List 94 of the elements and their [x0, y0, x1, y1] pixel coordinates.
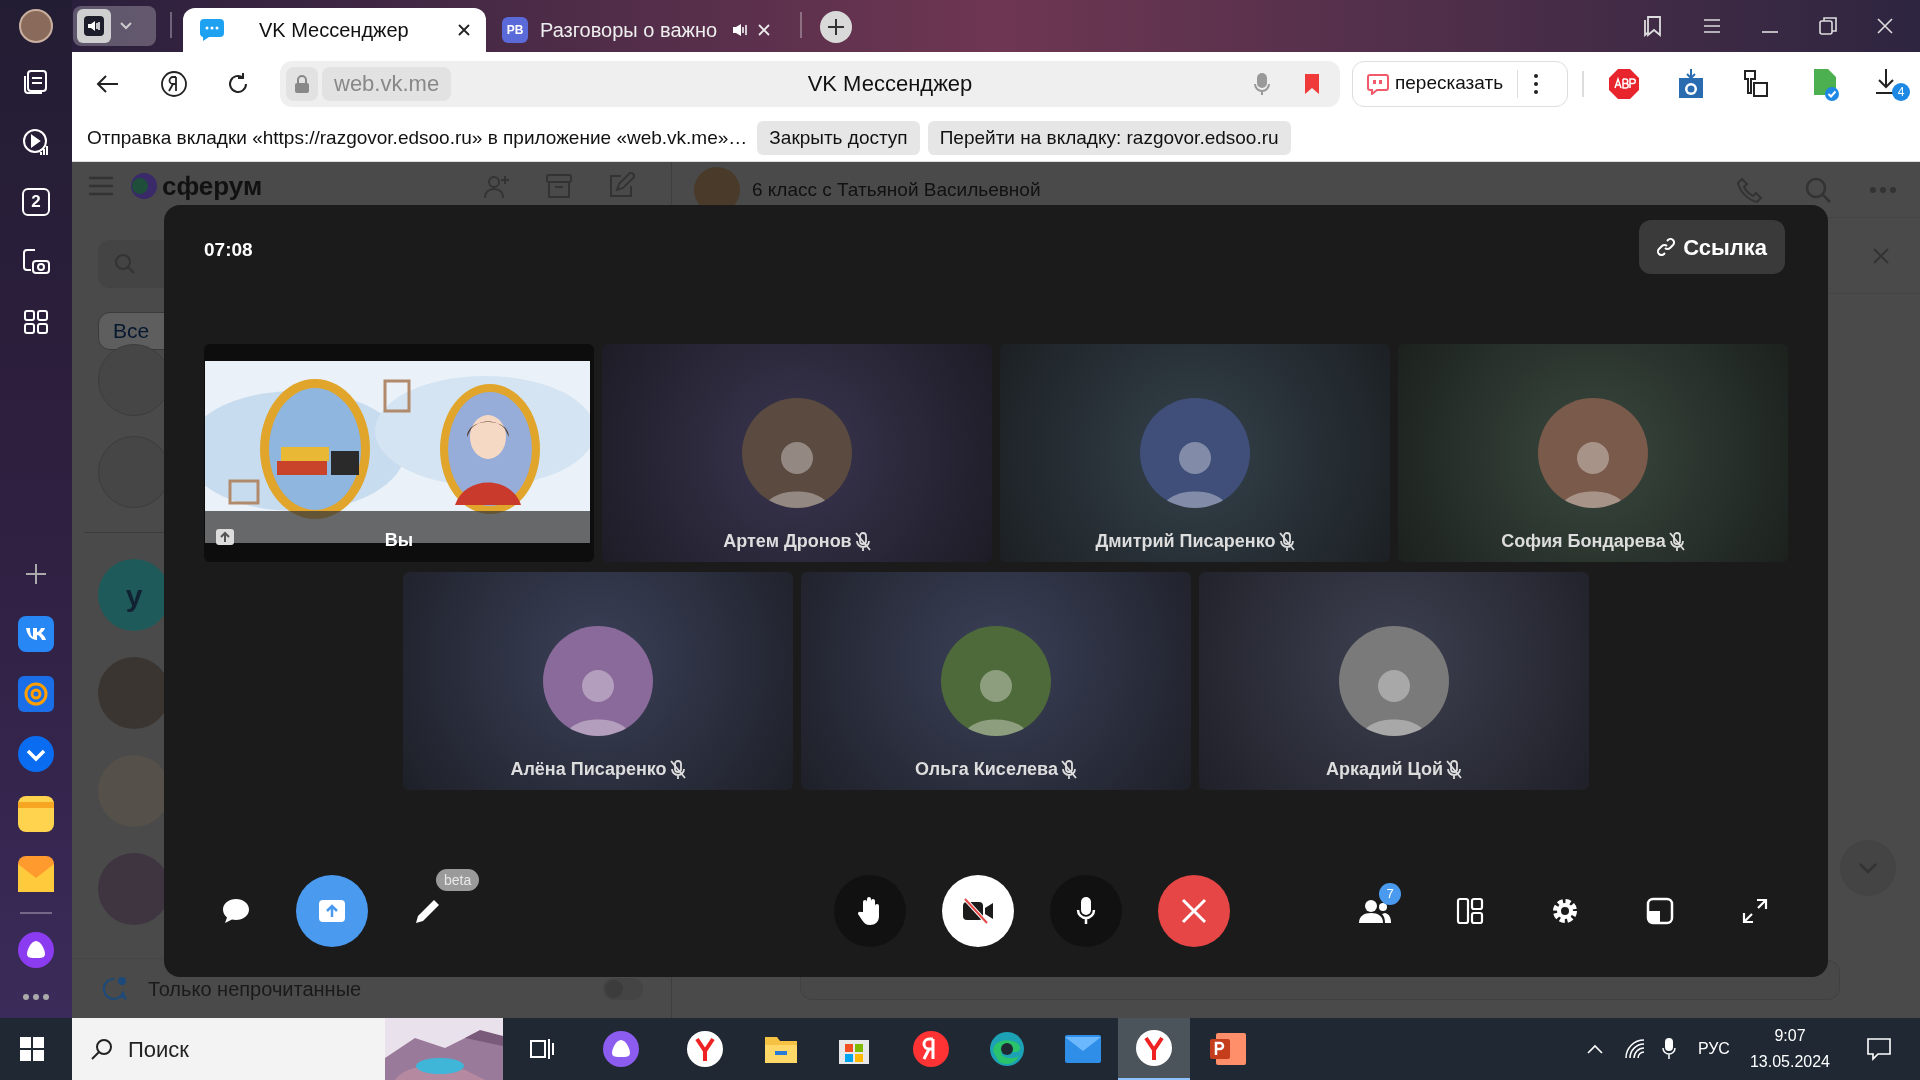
close-icon — [1181, 898, 1207, 924]
browser-tab[interactable]: РВ Разговоры о важно — [486, 8, 786, 52]
people-icon — [1358, 898, 1392, 924]
adblock-icon[interactable] — [1608, 67, 1640, 100]
play-icon[interactable] — [21, 127, 51, 157]
vk-app-icon[interactable] — [18, 616, 54, 652]
download-count-badge: 4 — [1892, 82, 1910, 101]
kebab-icon — [1534, 73, 1539, 94]
beta-badge: beta — [436, 869, 480, 891]
video-off-icon — [962, 898, 994, 924]
call-timer: 07:08 — [204, 238, 253, 262]
plus-icon — [827, 18, 845, 36]
assistant-icon[interactable] — [18, 931, 54, 968]
network-icon[interactable] — [1623, 1038, 1646, 1060]
clock[interactable]: 9:07 13.05.2024 — [1749, 1023, 1830, 1075]
participant-name: Ольга Киселева — [915, 758, 1058, 781]
participant-tile[interactable]: Алёна Писаренко — [403, 572, 793, 790]
microphone-icon[interactable] — [1661, 1037, 1676, 1061]
screenshot-icon[interactable] — [21, 247, 51, 277]
participant-tile[interactable]: Аркадий Цой — [1199, 572, 1589, 790]
speaker-icon[interactable] — [732, 23, 748, 37]
search-icon — [90, 1037, 114, 1061]
close-icon[interactable] — [458, 24, 470, 36]
chevron-app-icon[interactable] — [18, 736, 54, 772]
taskbar-app-button[interactable] — [1118, 1018, 1190, 1080]
chevron-up-icon[interactable] — [1585, 1043, 1604, 1055]
site-domain: web.vk.me — [322, 66, 452, 101]
participant-name: Артем Дронов — [723, 530, 852, 553]
camera-download-icon[interactable] — [1676, 67, 1706, 100]
notification-icon[interactable] — [1866, 1037, 1892, 1061]
profile-avatar[interactable] — [19, 9, 53, 43]
windows-start-icon[interactable] — [20, 1037, 44, 1061]
participant-name: София Бондарева — [1501, 530, 1666, 553]
link-button[interactable]: Ссылка — [1639, 220, 1785, 274]
share-message: Отправка вкладки «https://razgovor.edsoo.ru» в приложение «web.vk.me»… — [87, 125, 748, 150]
browser-y-icon — [1136, 1030, 1172, 1066]
logo-text: сферум — [162, 173, 263, 199]
participant-tile[interactable]: Дмитрий Писаренко — [1000, 344, 1390, 562]
participant-name: Дмитрий Писаренко — [1095, 530, 1276, 553]
upload-icon — [216, 529, 234, 545]
link-icon — [1657, 238, 1676, 256]
browser-y-icon[interactable] — [687, 1031, 723, 1067]
screen-share-icon — [318, 899, 346, 923]
back-icon[interactable] — [96, 73, 120, 94]
participant-tile[interactable]: София Бондарева — [1398, 344, 1788, 562]
page-title: VK Мессенджер — [806, 70, 974, 98]
language-indicator[interactable]: РУС — [1697, 1037, 1730, 1061]
share-bar-button[interactable]: Закрыть доступ — [757, 121, 920, 155]
speaker-icon — [84, 16, 104, 36]
taskbar-search-field[interactable]: Поиск — [72, 1018, 503, 1080]
bookmark-icon[interactable] — [1304, 72, 1320, 95]
quote-icon — [1367, 72, 1389, 95]
picture-in-picture-icon — [1646, 897, 1674, 925]
fullscreen-icon — [1742, 898, 1768, 924]
sphere-logo-icon — [130, 172, 158, 200]
settings-icon — [1550, 896, 1580, 926]
layout-icon — [1456, 897, 1484, 925]
chat-title: 6 класс с Татьяной Васильевной — [752, 178, 1041, 202]
task-view-icon[interactable] — [529, 1037, 555, 1061]
address-bar[interactable]: web.vk.me VK Мессенджер — [280, 60, 1340, 107]
participants-count-badge: 7 — [1379, 883, 1401, 905]
menu-icon[interactable] — [1702, 18, 1722, 34]
participant-name: Аркадий Цой — [1326, 758, 1443, 781]
participant-tile[interactable]: Ольга Киселева — [801, 572, 1191, 790]
add-icon[interactable] — [24, 562, 48, 586]
notes-app-icon[interactable] — [18, 796, 54, 832]
retell-button[interactable]: пересказать — [1352, 60, 1568, 107]
assistant-icon[interactable] — [603, 1031, 639, 1067]
app-icon[interactable] — [913, 1031, 949, 1067]
favicon-badge: РВ — [502, 17, 528, 43]
lock-icon — [294, 73, 310, 94]
extension-icon[interactable] — [1742, 68, 1770, 99]
chevron-down-icon — [119, 21, 133, 31]
new-tab-button[interactable] — [820, 11, 852, 43]
mail-app-icon[interactable] — [18, 676, 54, 712]
sound-button[interactable] — [73, 6, 156, 46]
tab-count-badge[interactable]: 2 — [22, 188, 50, 216]
tabs-icon[interactable] — [22, 68, 50, 96]
edge-icon[interactable] — [989, 1031, 1025, 1067]
share-bar-button[interactable]: Перейти на вкладку: razgovor.edsoo.ru — [927, 121, 1291, 155]
envelope-app-icon[interactable] — [18, 856, 54, 892]
apps-grid-icon[interactable] — [23, 309, 49, 335]
chat-unread-icon — [102, 975, 128, 1002]
unread-only-toggle[interactable] — [603, 977, 643, 1000]
chat-bubble-icon — [199, 17, 225, 43]
participant-tile[interactable]: Артем Дронов — [602, 344, 992, 562]
presentation-app-icon[interactable] — [1210, 1033, 1246, 1065]
restore-icon[interactable] — [1818, 16, 1838, 36]
browser-tab[interactable]: VK Мессенджер — [183, 8, 486, 52]
reload-icon[interactable] — [226, 71, 250, 96]
more-icon[interactable] — [23, 994, 49, 1000]
chat-bubble-icon — [221, 897, 251, 925]
microphone-icon — [1076, 896, 1096, 926]
participant-name: Алёна Писаренко — [510, 758, 667, 781]
